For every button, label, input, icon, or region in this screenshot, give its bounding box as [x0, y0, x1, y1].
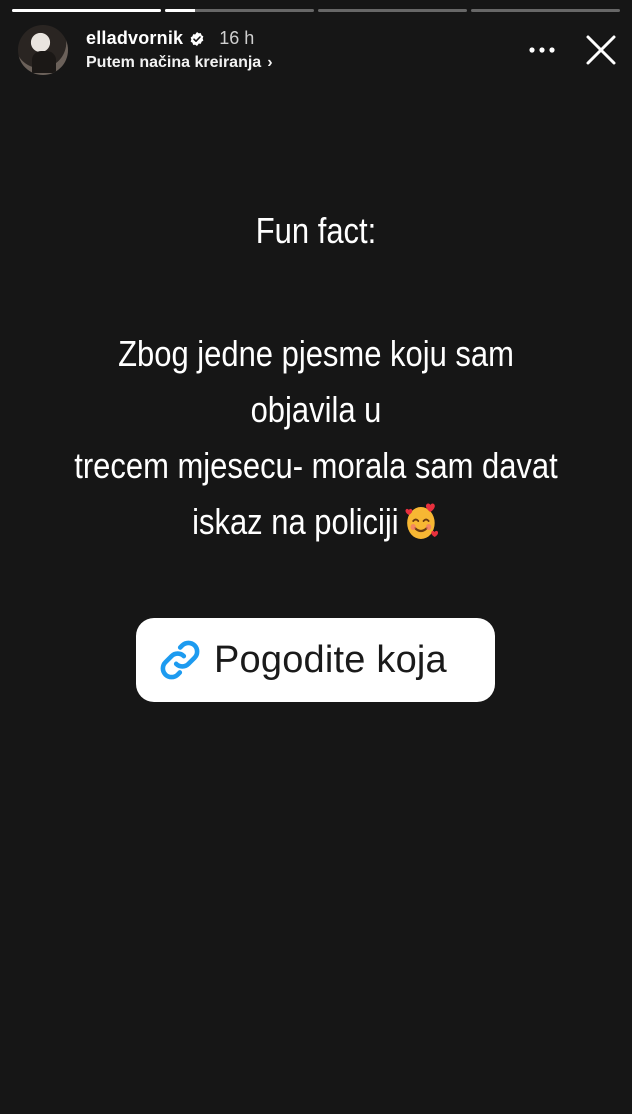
progress-segment	[165, 9, 314, 12]
creation-mode-link[interactable]: Putem načina kreiranja	[86, 54, 261, 72]
meta-row-primary: elladvornik 16 h	[86, 28, 273, 49]
story-heading: Fun fact:	[255, 210, 377, 251]
story-line: trecem mjesecu- morala sam davat	[74, 445, 558, 486]
link-sticker[interactable]: Pogodite koja	[136, 618, 495, 702]
meta-row-secondary[interactable]: Putem načina kreiranja ›	[86, 54, 273, 72]
progress-fill	[165, 9, 195, 12]
story-progress-bar	[12, 9, 620, 12]
smiling-face-with-hearts-emoji	[404, 500, 440, 542]
post-time: 16 h	[219, 28, 255, 48]
progress-fill	[12, 9, 161, 12]
progress-segment	[318, 9, 467, 12]
chevron-right-icon: ›	[267, 54, 273, 71]
link-sticker-label: Pogodite koja	[214, 638, 447, 681]
story-body: Zbog jedne pjesme koju sam objavila u tr…	[70, 326, 562, 550]
verified-badge-icon	[189, 31, 205, 47]
progress-segment	[471, 9, 620, 12]
story-line: Zbog jedne pjesme koju sam objavila u	[118, 333, 514, 430]
close-icon[interactable]	[584, 33, 618, 67]
story-meta: elladvornik 16 h Putem načina kreiranja …	[86, 28, 273, 72]
username[interactable]: elladvornik	[86, 28, 183, 49]
story-line-with-emoji: iskaz na policiji	[70, 494, 562, 550]
more-options-icon[interactable]	[528, 36, 556, 64]
story-line: iskaz na policiji	[192, 501, 399, 542]
header-actions	[528, 33, 618, 67]
link-icon	[156, 636, 204, 684]
avatar[interactable]	[18, 25, 68, 75]
progress-segment	[12, 9, 161, 12]
story-header: elladvornik 16 h Putem načina kreiranja …	[18, 24, 618, 76]
